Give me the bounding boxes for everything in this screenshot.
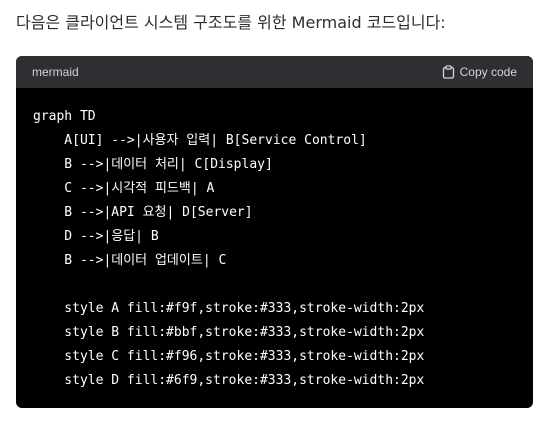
code-line: graph TD: [33, 109, 96, 124]
copy-code-button[interactable]: Copy code: [442, 65, 517, 79]
code-block: mermaid Copy code graph TD A[UI] -->|사용자…: [16, 56, 533, 408]
code-block-header: mermaid Copy code: [16, 56, 533, 88]
code-line: A[UI] -->|사용자 입력| B[Service Control]: [33, 133, 367, 148]
code-body[interactable]: graph TD A[UI] -->|사용자 입력| B[Service Con…: [16, 88, 533, 393]
code-line: D -->|응답| B: [33, 229, 159, 244]
code-line: B -->|API 요청| D[Server]: [33, 205, 253, 220]
code-line: style B fill:#bbf,stroke:#333,stroke-wid…: [33, 325, 425, 340]
intro-text: 다음은 클라이언트 시스템 구조도를 위한 Mermaid 코드입니다:: [16, 13, 446, 32]
code-line: B -->|데이터 업데이트| C: [33, 253, 227, 268]
code-line: style D fill:#6f9,stroke:#333,stroke-wid…: [33, 373, 425, 388]
code-line: C -->|시각적 피드백| A: [33, 181, 215, 196]
clipboard-icon: [442, 65, 455, 79]
code-line: style C fill:#f96,stroke:#333,stroke-wid…: [33, 349, 425, 364]
code-line: style A fill:#f9f,stroke:#333,stroke-wid…: [33, 301, 425, 316]
code-language-label: mermaid: [32, 65, 79, 79]
code-line: B -->|데이터 처리| C[Display]: [33, 157, 273, 172]
copy-code-label: Copy code: [459, 65, 517, 79]
